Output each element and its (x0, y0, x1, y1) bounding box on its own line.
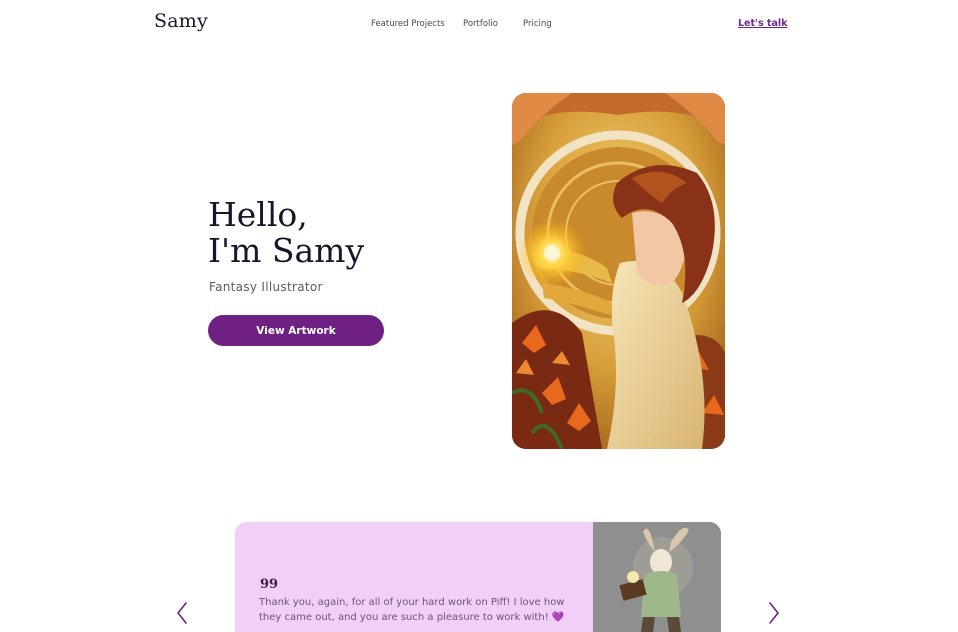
nav-featured-projects[interactable]: Featured Projects (371, 19, 445, 29)
hero-title: Hello, I'm Samy (208, 197, 364, 269)
chevron-right-icon (769, 602, 779, 624)
chevron-left-icon (177, 602, 187, 624)
nav-pricing[interactable]: Pricing (523, 19, 552, 29)
main-nav: Featured Projects Portfolio Pricing (0, 19, 958, 31)
heart-icon: 💜 (551, 612, 565, 623)
hero-artwork (512, 93, 725, 449)
client-character-illustration (593, 522, 721, 632)
hero-title-line-2: I'm Samy (208, 231, 365, 270)
quote-icon: 99 (260, 577, 279, 592)
testimonial-card: 99 Thank you, again, for all of your har… (235, 522, 721, 632)
carousel-next-button[interactable] (766, 600, 782, 626)
hero-artwork-illustration (512, 93, 725, 449)
carousel-prev-button[interactable] (174, 600, 190, 626)
nav-portfolio[interactable]: Portfolio (463, 19, 498, 29)
hero-subtitle: Fantasy Illustrator (209, 280, 323, 294)
lets-talk-link[interactable]: Let's talk (738, 18, 787, 29)
view-artwork-button[interactable]: View Artwork (208, 315, 384, 346)
testimonial-text: Thank you, again, for all of your hard w… (259, 597, 565, 623)
testimonial-quote: Thank you, again, for all of your hard w… (259, 595, 579, 625)
testimonial-artwork (593, 522, 721, 632)
hero-title-line-1: Hello, (208, 195, 308, 234)
